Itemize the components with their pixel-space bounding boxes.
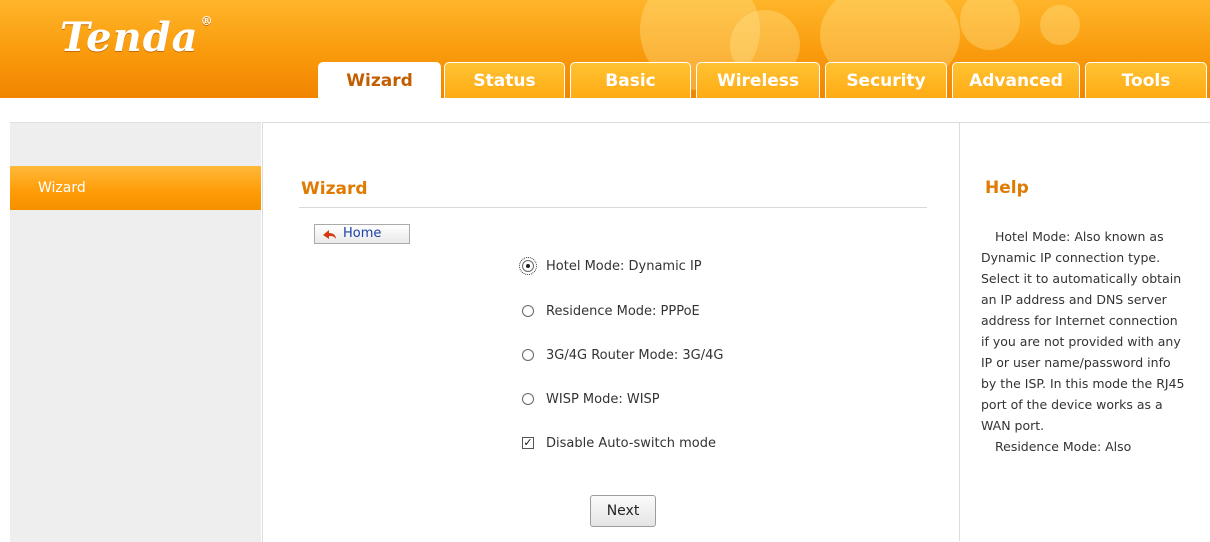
tab-security[interactable]: Security [825, 62, 947, 98]
tab-tools[interactable]: Tools [1085, 62, 1207, 98]
option-label: Residence Mode: PPPoE [546, 303, 700, 319]
header-banner: Tenda ® Wizard Status Basic Wireless Secu… [0, 0, 1210, 98]
residence-mode-radio[interactable] [522, 305, 534, 317]
home-label: Home [343, 226, 382, 241]
tab-wizard[interactable]: Wizard [318, 62, 441, 98]
decor-bubble [1040, 5, 1080, 45]
home-button[interactable]: Home [314, 224, 410, 244]
tab-advanced[interactable]: Advanced [952, 62, 1080, 98]
help-panel: Help Hotel Mode: Also known as Dynamic I… [959, 122, 1210, 541]
option-label: Hotel Mode: Dynamic IP [546, 258, 702, 274]
sidebar-item-wizard[interactable]: Wizard [10, 166, 261, 210]
disable-auto-switch-checkbox[interactable]: ✓ [522, 437, 534, 449]
hotel-mode-radio[interactable] [519, 257, 537, 275]
tab-wireless[interactable]: Wireless [696, 62, 820, 98]
page-title: Wizard [301, 179, 368, 199]
option-label: 3G/4G Router Mode: 3G/4G [546, 347, 724, 363]
left-sidebar: Wizard [10, 122, 261, 542]
option-disable-auto-switch[interactable]: ✓ Disable Auto-switch mode [522, 432, 716, 454]
tab-status[interactable]: Status [444, 62, 565, 98]
3g4g-mode-radio[interactable] [522, 349, 534, 361]
help-paragraph: Hotel Mode: Also known as Dynamic IP con… [981, 229, 1185, 433]
next-button[interactable]: Next [590, 495, 656, 527]
option-residence-mode[interactable]: Residence Mode: PPPoE [522, 300, 700, 322]
help-paragraph: Residence Mode: Also [995, 439, 1132, 454]
help-text: Hotel Mode: Also known as Dynamic IP con… [981, 226, 1187, 457]
option-hotel-mode[interactable]: Hotel Mode: Dynamic IP [519, 255, 702, 277]
option-3g4g-mode[interactable]: 3G/4G Router Mode: 3G/4G [522, 344, 723, 366]
tenda-logo: Tenda ® [60, 14, 214, 61]
option-wisp-mode[interactable]: WISP Mode: WISP [522, 388, 660, 410]
option-label: WISP Mode: WISP [546, 391, 660, 407]
tab-basic[interactable]: Basic [570, 62, 691, 98]
title-divider [299, 207, 927, 208]
wisp-mode-radio[interactable] [522, 393, 534, 405]
help-title: Help [985, 178, 1029, 198]
decor-bubble [960, 0, 1020, 50]
checkbox-label: Disable Auto-switch mode [546, 435, 716, 451]
back-arrow-icon [323, 230, 336, 239]
main-panel: Wizard Home Hotel Mode: Dynamic IP Resid… [262, 122, 959, 542]
